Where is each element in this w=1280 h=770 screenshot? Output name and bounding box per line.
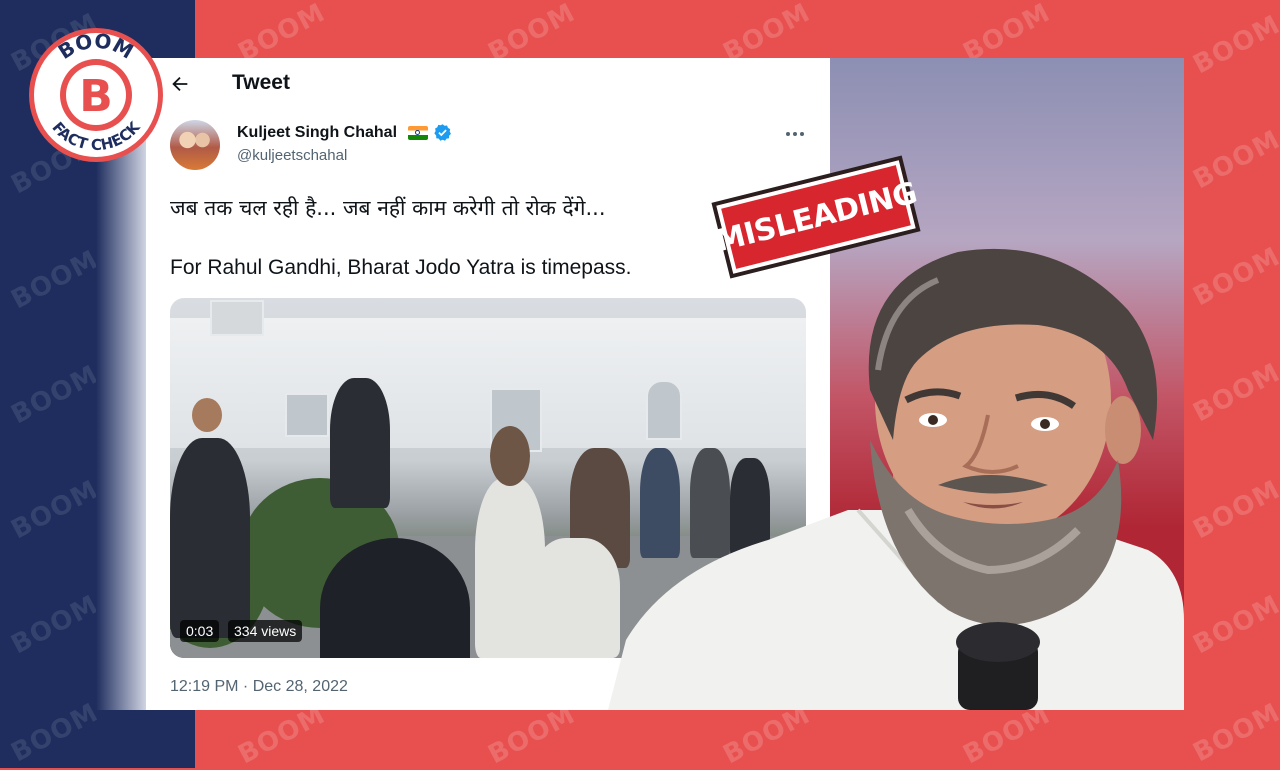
tweet-timestamp[interactable]: 12:19 PM · Dec 28, 2022 [170,678,348,696]
watermark-text: BOOM [1188,697,1280,769]
watermark-text: BOOM [718,699,816,770]
verified-badge-icon [433,123,452,142]
india-flag-icon [408,126,428,140]
video-frame-ac-unit [210,300,264,336]
video-frame-seated-person [530,538,620,658]
video-frame-person [192,398,222,432]
video-frame-cameraman [330,378,390,508]
more-horizontal-icon[interactable] [782,124,808,144]
tweet-text-english: For Rahul Gandhi, Bharat Jodo Yatra is t… [170,256,632,279]
watermark-text: BOOM [1188,357,1280,429]
watermark-text: BOOM [483,699,581,770]
page-title: Tweet [232,71,290,94]
watermark-text: BOOM [1188,589,1280,661]
author-name[interactable]: Kuljeet Singh Chahal [237,124,397,142]
author-handle[interactable]: @kuljeetschahal [237,147,347,164]
watermark-text: BOOM [1188,124,1280,196]
watermark-text: BOOM [1188,241,1280,313]
logo-letter: B [79,71,113,122]
avatar[interactable] [170,120,220,170]
tweet-header-bar: Tweet [146,58,830,110]
video-duration-badge: 0:03 [180,620,220,642]
boom-fact-check-logo: B BOOM FACT CHECK [27,26,165,164]
tweet-text-hindi: जब तक चल रही है... जब नहीं काम करेगी तो … [170,196,606,220]
watermark-text: BOOM [958,699,1056,770]
person-photo [608,240,1184,710]
video-views-badge: 334 views [228,620,303,642]
watermark-text: BOOM [1188,9,1280,81]
video-frame-window [285,393,329,437]
video-frame-person [490,426,530,486]
watermark-text: BOOM [233,699,331,770]
arrow-left-icon[interactable] [166,70,194,98]
video-frame-person [170,438,250,638]
watermark-text: BOOM [1188,474,1280,546]
